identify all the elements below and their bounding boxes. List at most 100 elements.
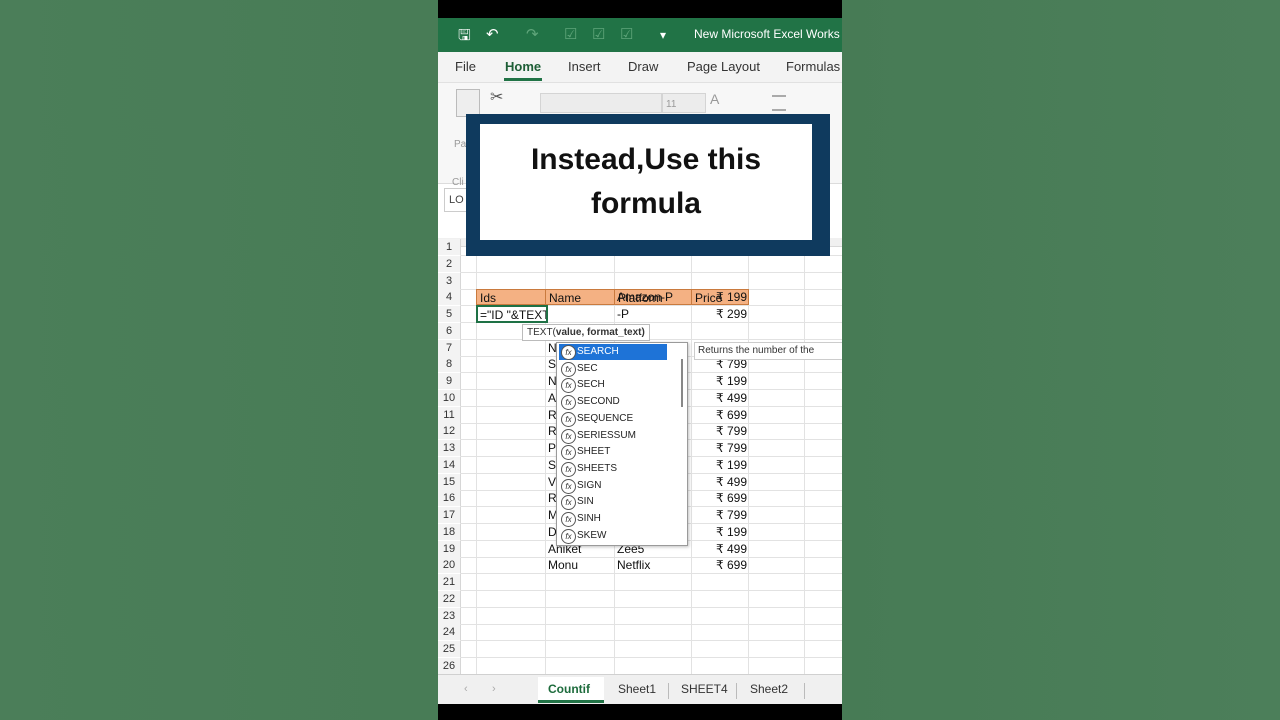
row-header[interactable]: 5: [438, 306, 461, 322]
row-header[interactable]: 7: [438, 339, 461, 356]
tab-separator: [668, 683, 669, 699]
header-name[interactable]: Name: [545, 289, 615, 305]
row-gridline: [460, 657, 842, 658]
checkbox-icon-2[interactable]: ☑: [592, 25, 605, 43]
cell-price[interactable]: ₹ 799: [691, 423, 749, 439]
row-header[interactable]: 3: [438, 272, 461, 289]
cell-price[interactable]: ₹ 199: [691, 457, 749, 473]
save-icon[interactable]: 🖫: [458, 25, 471, 50]
cell-price[interactable]: ₹ 499: [691, 474, 749, 490]
row-header[interactable]: 19: [438, 540, 461, 557]
tab-file[interactable]: File: [455, 59, 476, 74]
row-header[interactable]: 22: [438, 590, 461, 607]
row-header[interactable]: 4: [438, 289, 461, 306]
row-header[interactable]: 13: [438, 440, 461, 456]
cut-icon[interactable]: ✂: [490, 87, 503, 107]
row-header[interactable]: 12: [438, 423, 461, 440]
tab-draw[interactable]: Draw: [628, 59, 658, 74]
cell-price[interactable]: ₹ 499: [691, 390, 749, 406]
row-header[interactable]: 16: [438, 490, 461, 507]
tab-page-layout[interactable]: Page Layout: [687, 59, 760, 74]
autocomplete-item[interactable]: fx SINH: [559, 511, 667, 527]
autocomplete-item[interactable]: fx SHEET: [559, 444, 667, 461]
document-title: New Microsoft Excel Works: [694, 27, 840, 41]
align-icon[interactable]: [772, 95, 786, 111]
row-header[interactable]: 17: [438, 507, 461, 523]
row-header[interactable]: 9: [438, 373, 461, 389]
autocomplete-item[interactable]: fx SHEETS: [559, 461, 667, 477]
autocomplete-item-label: SHEET: [577, 446, 611, 458]
checkbox-icon[interactable]: ☑: [564, 25, 577, 43]
cell-price[interactable]: ₹ 799: [691, 440, 749, 456]
cell-price[interactable]: ₹ 699: [691, 557, 749, 573]
row-header[interactable]: 11: [438, 406, 461, 423]
background-left: [0, 0, 438, 720]
cell-platform[interactable]: Amazon-P: [617, 289, 691, 305]
row-gridline: [460, 623, 842, 625]
autocomplete-item-label: SHEETS: [577, 462, 618, 474]
function-description: Returns the number of the: [694, 342, 842, 360]
sheet-tab-sheet1[interactable]: Sheet1: [618, 682, 656, 696]
row-header[interactable]: 25: [438, 641, 461, 657]
row-header[interactable]: 18: [438, 523, 461, 540]
sheet-tab-sheet2[interactable]: Sheet2: [750, 682, 788, 696]
cell-price[interactable]: ₹ 199: [691, 289, 749, 305]
active-cell-formula[interactable]: ="ID "&TEXT(S: [476, 305, 548, 323]
row-header[interactable]: 8: [438, 356, 461, 373]
sheet-tab-sheet4[interactable]: SHEET4: [681, 682, 728, 696]
row-header[interactable]: 14: [438, 456, 461, 473]
row-header[interactable]: 23: [438, 607, 461, 624]
autocomplete-item[interactable]: fx SERIESSUM: [559, 428, 667, 444]
cell-name[interactable]: Monu: [548, 557, 614, 573]
cell-price[interactable]: ₹ 299: [691, 306, 749, 322]
autocomplete-item-label: SECH: [577, 379, 605, 391]
autocomplete-item[interactable]: fx SEC: [559, 361, 667, 377]
banner-text: Instead,Use this formula: [530, 143, 762, 220]
autocomplete-item[interactable]: fx SECH: [559, 377, 667, 394]
autocomplete-item[interactable]: fx SECOND: [559, 394, 667, 411]
function-icon: fx: [561, 345, 576, 360]
excel-window: 🖫 ↶ ↷ ☑ ☑ ☑ ▾ New Microsoft Excel Works …: [438, 18, 842, 704]
paste-label: Pa: [454, 139, 467, 150]
row-header[interactable]: 15: [438, 473, 461, 490]
redo-icon[interactable]: ↷: [526, 25, 539, 43]
form-icon[interactable]: ☑: [620, 25, 633, 43]
cell-platform[interactable]: -P: [617, 306, 691, 322]
header-ids[interactable]: Ids: [476, 289, 546, 305]
prev-sheet-icon[interactable]: ‹: [464, 683, 468, 695]
cell-price[interactable]: ₹ 699: [691, 490, 749, 506]
cell-price[interactable]: ₹ 499: [691, 541, 749, 557]
autocomplete-scrollbar[interactable]: [681, 359, 683, 407]
font-name-box[interactable]: [540, 93, 662, 113]
autocomplete-item[interactable]: fx SEARCH: [559, 344, 667, 360]
autocomplete-item[interactable]: fx SIGN: [559, 478, 667, 494]
autocomplete-item[interactable]: fx SIN: [559, 494, 667, 511]
phone-frame: 🖫 ↶ ↷ ☑ ☑ ☑ ▾ New Microsoft Excel Works …: [438, 0, 842, 720]
next-sheet-icon[interactable]: ›: [492, 683, 496, 695]
tab-insert[interactable]: Insert: [568, 59, 601, 74]
cell-price[interactable]: ₹ 199: [691, 373, 749, 389]
autocomplete-item[interactable]: fx SEQUENCE: [559, 411, 667, 427]
row-header[interactable]: 21: [438, 574, 461, 590]
autocomplete-item[interactable]: fx SKEW: [559, 528, 667, 544]
row-header[interactable]: 6: [438, 322, 461, 339]
cell-price[interactable]: ₹ 199: [691, 524, 749, 540]
row-header[interactable]: 2: [438, 255, 461, 272]
row-header[interactable]: 26: [438, 657, 461, 674]
sheet-tab-countif[interactable]: Countif: [548, 682, 590, 696]
row-header[interactable]: 24: [438, 624, 461, 641]
row-header[interactable]: 10: [438, 389, 461, 406]
row-header[interactable]: 1: [438, 239, 461, 255]
cell-price[interactable]: ₹ 799: [691, 507, 749, 523]
row-header[interactable]: 20: [438, 557, 461, 574]
title-bar: 🖫 ↶ ↷ ☑ ☑ ☑ ▾ New Microsoft Excel Works: [438, 18, 842, 52]
cell-price[interactable]: ₹ 699: [691, 407, 749, 423]
tab-formulas[interactable]: Formulas: [786, 59, 840, 74]
undo-icon[interactable]: ↶: [486, 25, 499, 43]
customize-toolbar-icon[interactable]: ▾: [660, 28, 666, 42]
font-size-box[interactable]: 11: [662, 93, 706, 113]
tab-home[interactable]: Home: [505, 59, 541, 74]
increase-font-icon[interactable]: A: [710, 91, 719, 107]
cell-platform[interactable]: Netflix: [617, 557, 691, 573]
paste-icon[interactable]: [456, 89, 480, 117]
